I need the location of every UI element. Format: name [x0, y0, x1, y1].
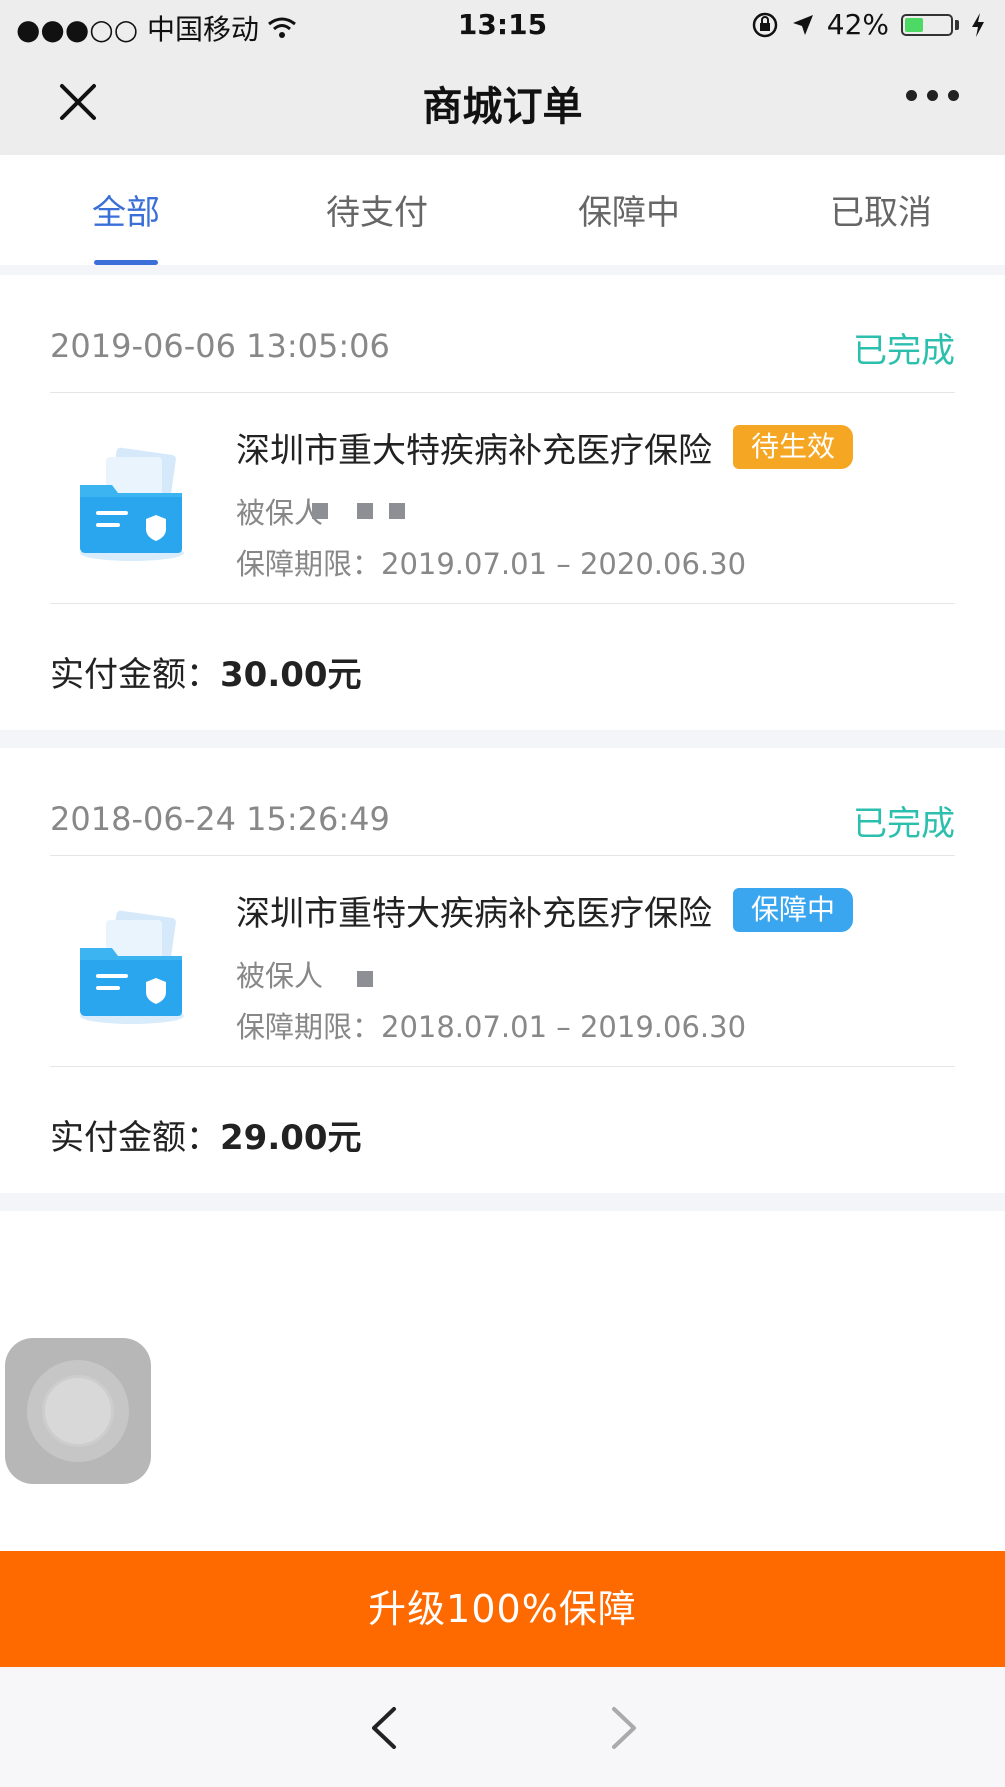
tab-cancelled[interactable]: 已取消: [830, 185, 932, 234]
back-arrow-icon[interactable]: [364, 1703, 404, 1753]
product-name: 深圳市重大特疾病补充医疗保险: [236, 431, 712, 471]
divider: [50, 1066, 955, 1067]
order-card[interactable]: 2019-06-06 13:05:06 已完成 深圳市重大特疾病补充医疗保险 待…: [0, 275, 1005, 730]
more-dot: [948, 90, 959, 101]
order-time: 2018-06-24 15:26:49: [50, 800, 390, 838]
tab-in-coverage[interactable]: 保障中: [578, 185, 680, 234]
insured-label: 被保人: [236, 496, 324, 530]
charging-icon: [972, 12, 984, 37]
coverage-period: 保障期限：2018.07.01 – 2019.06.30: [236, 1010, 747, 1044]
nav-bar: 商城订单: [0, 50, 1005, 155]
battery-percent: 42%: [826, 8, 889, 41]
order-time: 2019-06-06 13:05:06: [50, 327, 390, 365]
masked-name-block: [357, 971, 373, 987]
paid-label: 实付金额：: [50, 1118, 220, 1158]
insured-label: 被保人: [236, 959, 324, 993]
page-title: 商城订单: [422, 83, 583, 130]
forward-arrow-icon[interactable]: [604, 1703, 644, 1753]
order-card[interactable]: 2018-06-24 15:26:49 已完成 深圳市重特大疾病补充医疗保险 保…: [0, 748, 1005, 1193]
masked-name-block: [357, 503, 373, 519]
more-dot: [927, 90, 938, 101]
order-status: 已完成: [853, 804, 955, 844]
battery-level: [905, 17, 924, 32]
product-name: 深圳市重特大疾病补充医疗保险: [236, 894, 712, 934]
insurance-folder-icon: [80, 447, 184, 561]
section-gap: [0, 730, 1005, 748]
section-gap: [0, 1193, 1005, 1211]
battery-icon: [901, 13, 953, 36]
upgrade-button[interactable]: 升级100%保障: [0, 1551, 1005, 1667]
paid-amount-row: 实付金额：30.00元: [50, 647, 362, 696]
divider: [50, 392, 955, 393]
more-dot: [906, 90, 917, 101]
coverage-period: 保障期限：2019.07.01 – 2020.06.30: [236, 547, 747, 581]
paid-label: 实付金额：: [50, 655, 220, 695]
location-arrow-icon: [792, 14, 813, 35]
paid-amount-row: 实付金额：29.00元: [50, 1110, 362, 1159]
assistive-touch-button[interactable]: [5, 1338, 151, 1484]
tab-bar: 全部 待支付 保障中 已取消: [0, 155, 1005, 265]
insurance-folder-icon: [80, 910, 184, 1024]
paid-amount: 30.00元: [220, 655, 362, 695]
divider: [50, 603, 955, 604]
lock-rotation-icon: [752, 12, 778, 37]
order-status: 已完成: [853, 331, 955, 371]
assistive-ring-inner: [42, 1375, 114, 1447]
status-badge: 保障中: [733, 888, 854, 932]
browser-bottom-bar: [0, 1667, 1005, 1787]
tab-all[interactable]: 全部: [92, 185, 160, 234]
section-gap: [0, 265, 1005, 275]
status-bar: ●●●○○ 中国移动 13:15 42%: [0, 0, 1005, 50]
tab-pending-payment[interactable]: 待支付: [326, 185, 428, 234]
status-badge: 待生效: [733, 425, 854, 469]
paid-amount: 29.00元: [220, 1118, 362, 1158]
more-icon[interactable]: [906, 90, 959, 101]
masked-name-block: [389, 503, 405, 519]
divider: [50, 855, 955, 856]
masked-name-block: [312, 503, 328, 519]
close-icon[interactable]: [54, 78, 102, 126]
battery-tip: [955, 19, 959, 30]
status-right: 42%: [751, 8, 985, 41]
